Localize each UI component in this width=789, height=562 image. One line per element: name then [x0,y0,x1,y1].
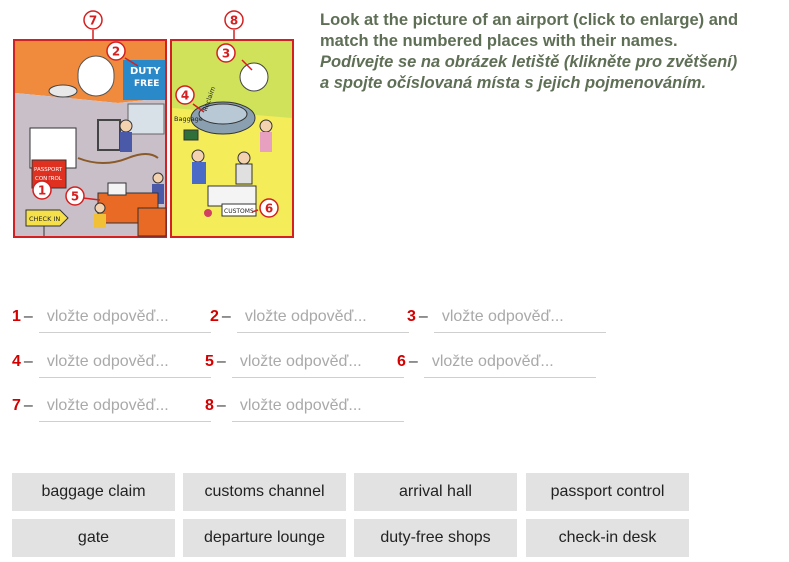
answer-dash: – [221,308,231,325]
baggage-sign-text: Baggage [174,115,203,123]
answer-input-6[interactable] [423,346,596,378]
answer-number-6: 6 [397,353,406,370]
svg-text:6: 6 [265,202,273,216]
answer-slot-2: 2 – [210,300,409,334]
svg-text:1: 1 [38,184,46,198]
word-chip-baggage-claim[interactable]: baggage claim [12,473,175,511]
departure-panel: DUTY FREE PASSPORT CONTROL CHECK IN [13,39,167,238]
answer-input-3[interactable] [433,301,606,333]
answer-number-5: 5 [205,353,214,370]
answer-number-8: 8 [205,397,214,414]
marker-5: 5 [65,186,85,206]
svg-text:5: 5 [71,190,79,204]
answer-dash: – [23,353,33,370]
instruction-en-line-2: match the numbered places with their nam… [320,32,678,50]
marker-8: 8 [224,10,244,30]
word-chip-customs-channel[interactable]: customs channel [183,473,346,511]
word-chip-check-in-desk[interactable]: check-in desk [526,519,689,557]
answer-dash: – [216,397,226,414]
answer-slot-4: 4 – [12,345,211,379]
answer-dash: – [408,353,418,370]
answer-input-2[interactable] [236,301,409,333]
answer-slot-3: 3 – [407,300,606,334]
answer-number-1: 1 [12,308,21,325]
customs-sign-text: CUSTOMS [224,208,254,215]
answer-dash: – [216,353,226,370]
svg-text:4: 4 [181,89,189,103]
free-sign-text: FREE [134,79,159,89]
marker-1: 1 [32,180,52,200]
answer-input-1[interactable] [38,301,211,333]
instruction-en-line-1: Look at the picture of an airport (click… [320,11,739,29]
answer-dash: – [23,308,33,325]
word-chip-departure-lounge[interactable]: departure lounge [183,519,346,557]
marker-4: 4 [175,85,195,105]
answer-number-7: 7 [12,397,21,414]
word-chip-duty-free-shops[interactable]: duty-free shops [354,519,517,557]
word-chip-arrival-hall[interactable]: arrival hall [354,473,517,511]
answer-input-5[interactable] [231,346,404,378]
instruction-cz-line-1: Podívejte se na obrázek letiště (kliknět… [320,53,738,71]
answer-number-2: 2 [210,308,219,325]
answer-slot-8: 8 – [205,389,404,423]
svg-text:8: 8 [230,14,238,28]
answer-slot-6: 6 – [397,345,596,379]
answer-dash: – [418,308,428,325]
answer-slot-7: 7 – [12,389,211,423]
marker-7: 7 [83,10,103,30]
answer-input-8[interactable] [231,390,404,422]
answer-number-3: 3 [407,308,416,325]
svg-text:3: 3 [222,47,230,61]
instructions: Look at the picture of an airport (click… [320,10,780,94]
answer-dash: – [23,397,33,414]
duty-sign-text: DUTY [130,66,161,77]
checkin-sign-text: CHECK IN [29,215,60,223]
passport-sign-text: PASSPORT [34,167,63,173]
airport-illustration[interactable]: DUTY FREE PASSPORT CONTROL CHECK IN Bagg… [8,8,298,243]
word-chip-passport-control[interactable]: passport control [526,473,689,511]
answer-number-4: 4 [12,353,21,370]
answer-input-4[interactable] [38,346,211,378]
answer-input-7[interactable] [38,390,211,422]
answer-slot-5: 5 – [205,345,404,379]
marker-2: 2 [106,41,126,61]
svg-text:7: 7 [89,14,97,28]
svg-text:2: 2 [112,45,120,59]
word-chip-gate[interactable]: gate [12,519,175,557]
marker-6: 6 [259,198,279,218]
marker-3: 3 [216,43,236,63]
instruction-cz-line-2: a spojte očíslovaná místa s jejich pojme… [320,74,707,92]
answer-slot-1: 1 – [12,300,211,334]
